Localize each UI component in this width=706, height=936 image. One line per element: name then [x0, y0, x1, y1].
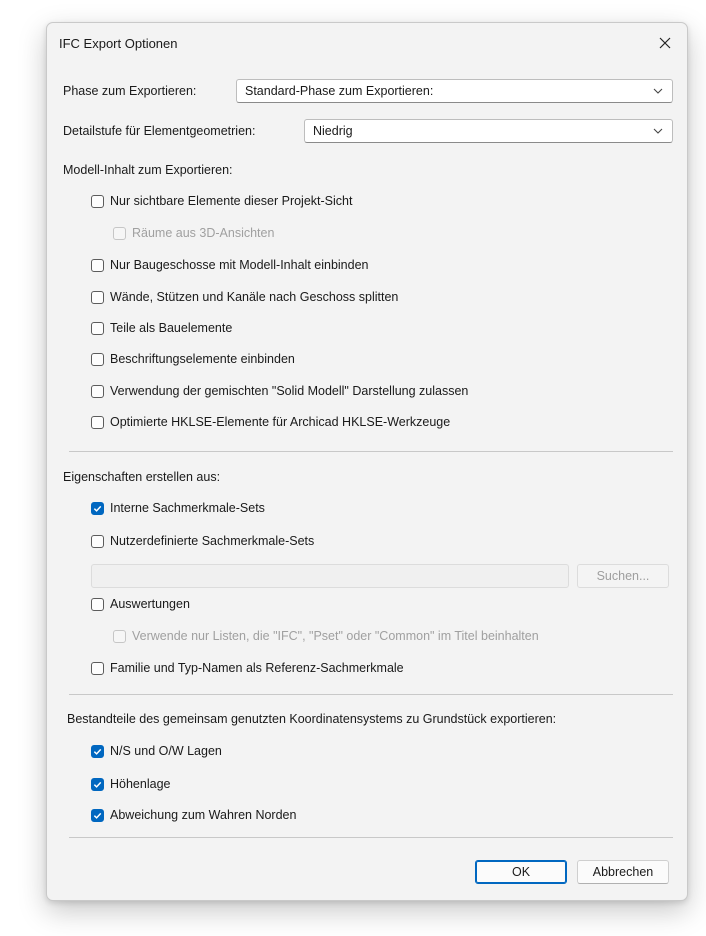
phase-label: Phase zum Exportieren: — [63, 84, 197, 98]
option-parts-as-elements[interactable]: Teile als Bauelemente — [91, 321, 232, 335]
property-sets-path-input — [91, 564, 569, 588]
checkbox[interactable] — [91, 597, 104, 611]
option-label: Familie und Typ-Namen als Referenz-Sachm… — [110, 661, 404, 675]
checkbox[interactable] — [91, 194, 104, 208]
option-label: Nur Baugeschosse mit Modell-Inhalt einbi… — [110, 258, 369, 272]
option-label: Verwendung der gemischten "Solid Modell"… — [110, 384, 469, 398]
option-label: Nur sichtbare Elemente dieser Projekt-Si… — [110, 194, 353, 208]
checkmark-icon — [93, 812, 102, 819]
checkbox[interactable] — [91, 808, 104, 822]
option-ns-ew[interactable]: N/S und O/W Lagen — [91, 744, 222, 758]
option-rooms-3d: Räume aus 3D-Ansichten — [113, 226, 274, 240]
browse-button[interactable]: Suchen... — [577, 564, 669, 588]
checkbox[interactable] — [91, 321, 104, 335]
option-internal-property-sets[interactable]: Interne Sachmerkmale-Sets — [91, 501, 265, 515]
checkmark-icon — [93, 505, 102, 512]
option-label: Abweichung zum Wahren Norden — [110, 808, 297, 822]
option-label: Interne Sachmerkmale-Sets — [110, 501, 265, 515]
properties-heading: Eigenschaften erstellen aus: — [63, 470, 221, 484]
separator — [69, 837, 673, 838]
separator — [69, 451, 673, 452]
phase-value: Standard-Phase zum Exportieren: — [245, 84, 434, 98]
option-label: Räume aus 3D-Ansichten — [132, 226, 275, 240]
checkbox — [113, 226, 126, 240]
option-label: Beschriftungselemente einbinden — [110, 352, 295, 366]
option-label: Teile als Bauelemente — [110, 321, 233, 335]
detail-dropdown[interactable]: Niedrig — [304, 119, 673, 143]
checkbox[interactable] — [91, 352, 104, 366]
checkbox[interactable] — [91, 258, 104, 272]
detail-value: Niedrig — [313, 124, 353, 138]
option-label: Höhenlage — [110, 777, 171, 791]
coordinates-heading: Bestandteile des gemeinsam genutzten Koo… — [67, 712, 557, 726]
model-content-heading: Modell-Inhalt zum Exportieren: — [63, 163, 233, 177]
checkbox[interactable] — [91, 290, 104, 304]
option-label: N/S und O/W Lagen — [110, 744, 222, 758]
option-elevation[interactable]: Höhenlage — [91, 777, 170, 791]
option-family-type-names[interactable]: Familie und Typ-Namen als Referenz-Sachm… — [91, 661, 404, 675]
option-solid-model[interactable]: Verwendung der gemischten "Solid Modell"… — [91, 384, 468, 398]
checkbox[interactable] — [91, 744, 104, 758]
checkmark-icon — [93, 781, 102, 788]
checkbox[interactable] — [91, 384, 104, 398]
option-user-property-sets[interactable]: Nutzerdefinierte Sachmerkmale-Sets — [91, 534, 314, 548]
option-label: Verwende nur Listen, die "IFC", "Pset" o… — [132, 629, 539, 643]
option-hklse-optimized[interactable]: Optimierte HKLSE-Elemente für Archicad H… — [91, 415, 450, 429]
dialog-title: IFC Export Optionen — [59, 36, 178, 51]
option-label: Wände, Stützen und Kanäle nach Geschoss … — [110, 290, 399, 304]
checkbox[interactable] — [91, 501, 104, 515]
checkbox — [113, 629, 126, 643]
option-annotations[interactable]: Beschriftungselemente einbinden — [91, 352, 295, 366]
chevron-down-icon — [653, 128, 663, 134]
phase-dropdown[interactable]: Standard-Phase zum Exportieren: — [236, 79, 673, 103]
checkbox[interactable] — [91, 534, 104, 548]
chevron-down-icon — [653, 88, 663, 94]
checkbox[interactable] — [91, 415, 104, 429]
close-button[interactable] — [651, 29, 679, 57]
checkbox[interactable] — [91, 661, 104, 675]
detail-label: Detailstufe für Elementgeometrien: — [63, 124, 256, 138]
option-true-north[interactable]: Abweichung zum Wahren Norden — [91, 808, 296, 822]
checkbox[interactable] — [91, 777, 104, 791]
option-schedules[interactable]: Auswertungen — [91, 597, 190, 611]
cancel-button[interactable]: Abbrechen — [577, 860, 669, 884]
option-label: Auswertungen — [110, 597, 190, 611]
option-visible-elements[interactable]: Nur sichtbare Elemente dieser Projekt-Si… — [91, 194, 352, 208]
ok-button[interactable]: OK — [475, 860, 567, 884]
option-label: Nutzerdefinierte Sachmerkmale-Sets — [110, 534, 315, 548]
option-levels-with-content[interactable]: Nur Baugeschosse mit Modell-Inhalt einbi… — [91, 258, 368, 272]
option-label: Optimierte HKLSE-Elemente für Archicad H… — [110, 415, 451, 429]
option-filter-schedules: Verwende nur Listen, die "IFC", "Pset" o… — [113, 629, 539, 643]
separator — [69, 694, 673, 695]
checkmark-icon — [93, 748, 102, 755]
option-split-by-level[interactable]: Wände, Stützen und Kanäle nach Geschoss … — [91, 290, 398, 304]
close-icon — [659, 37, 671, 49]
ifc-export-dialog: IFC Export Optionen Phase zum Exportiere… — [46, 22, 688, 901]
